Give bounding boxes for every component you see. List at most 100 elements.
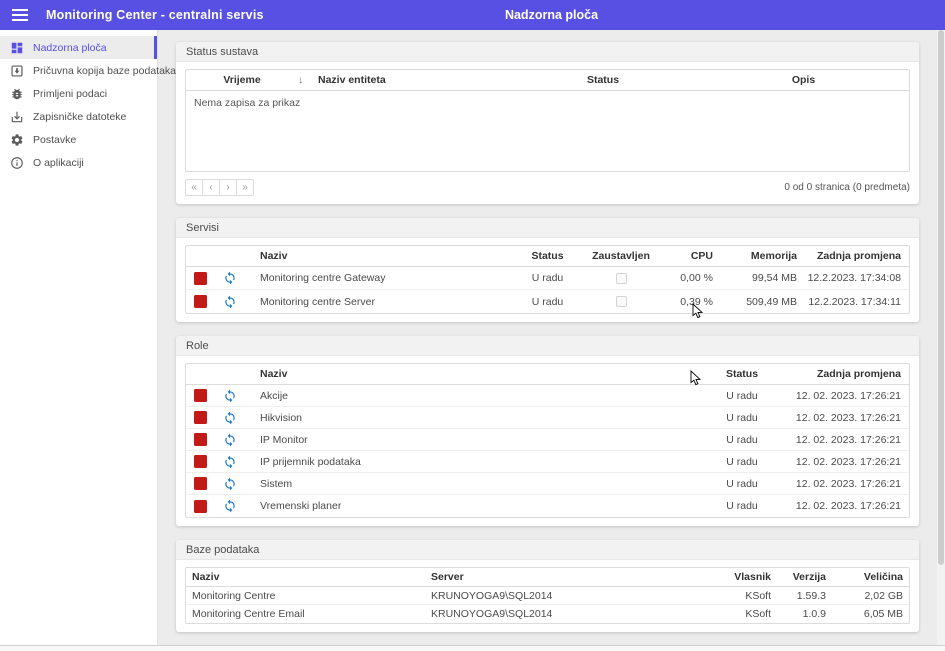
sidebar-item-label: O aplikaciji bbox=[33, 157, 84, 169]
role-restart-icon[interactable] bbox=[223, 499, 237, 513]
col-vrijeme[interactable]: Vrijeme bbox=[186, 74, 298, 86]
role-row: HikvisionU radu12. 02. 2023. 17:26:21 bbox=[186, 407, 909, 429]
sort-desc-icon[interactable]: ↓ bbox=[298, 74, 318, 86]
role-status: U radu bbox=[697, 478, 787, 490]
stopped-checkbox[interactable] bbox=[616, 296, 627, 307]
dashboard-icon bbox=[10, 41, 24, 55]
role-changed: 12. 02. 2023. 17:26:21 bbox=[787, 500, 909, 512]
sidebar-item-label: Primljeni podaci bbox=[33, 88, 107, 100]
role-name: Vremenski planer bbox=[246, 500, 697, 512]
first-page-button[interactable]: « bbox=[185, 179, 203, 196]
service-stop-button[interactable] bbox=[194, 272, 207, 285]
system-status-card: Status sustava Vrijeme ↓ Naziv entiteta … bbox=[176, 42, 919, 204]
service-row: Monitoring centre ServerU radu0,39 %509,… bbox=[186, 290, 909, 313]
services-table-header: Naziv Status Zaustavljen CPU Memorija Za… bbox=[186, 246, 909, 267]
database-version: 1.0.9 bbox=[771, 608, 826, 620]
last-page-button[interactable]: » bbox=[236, 179, 254, 196]
menu-hamburger-icon[interactable] bbox=[12, 6, 38, 24]
col-naziv: Naziv bbox=[246, 368, 697, 380]
service-memory: 99,54 MB bbox=[725, 272, 805, 284]
col-naziv-entiteta[interactable]: Naziv entiteta bbox=[318, 74, 508, 86]
sidebar: Nadzorna ploča Pričuvna kopija baze podat… bbox=[0, 30, 158, 645]
databases-card: Baze podataka Naziv Server Vlasnik Verzi… bbox=[176, 540, 919, 632]
role-stop-button[interactable] bbox=[194, 389, 207, 402]
role-changed: 12. 02. 2023. 17:26:21 bbox=[787, 478, 909, 490]
database-server: KRUNOYOGA9\SQL2014 bbox=[431, 590, 621, 602]
role-restart-icon[interactable] bbox=[223, 389, 237, 403]
col-zadnja-promjena: Zadnja promjena bbox=[805, 250, 909, 262]
col-status: Status bbox=[510, 250, 585, 262]
col-naziv: Naziv bbox=[186, 571, 431, 583]
service-row: Monitoring centre GatewayU radu0,00 %99,… bbox=[186, 267, 909, 290]
status-table-header: Vrijeme ↓ Naziv entiteta Status Opis bbox=[186, 70, 909, 91]
role-restart-icon[interactable] bbox=[223, 455, 237, 469]
col-zadnja-promjena: Zadnja promjena bbox=[787, 368, 909, 380]
scrollbar-thumb[interactable] bbox=[938, 30, 944, 565]
service-restart-icon[interactable] bbox=[223, 271, 237, 285]
sidebar-item-3[interactable]: Zapisničke datoteke bbox=[0, 105, 157, 128]
col-zaustavljen: Zaustavljen bbox=[585, 250, 657, 262]
stopped-checkbox[interactable] bbox=[616, 273, 627, 284]
col-verzija: Verzija bbox=[771, 571, 826, 583]
role-name: Sistem bbox=[246, 478, 697, 490]
service-memory: 509,49 MB bbox=[725, 296, 805, 308]
role-name: IP Monitor bbox=[246, 434, 697, 446]
databases-table-header: Naziv Server Vlasnik Verzija Veličina bbox=[186, 568, 909, 587]
service-stop-button[interactable] bbox=[194, 295, 207, 308]
role-stop-button[interactable] bbox=[194, 455, 207, 468]
role-restart-icon[interactable] bbox=[223, 433, 237, 447]
sidebar-item-2[interactable]: Primljeni podaci bbox=[0, 82, 157, 105]
prev-page-button[interactable]: ‹ bbox=[202, 179, 220, 196]
database-server: KRUNOYOGA9\SQL2014 bbox=[431, 608, 621, 620]
role-name: Hikvision bbox=[246, 412, 697, 424]
service-changed: 12.2.2023. 17:34:08 bbox=[805, 272, 909, 284]
pagination: « ‹ › » 0 od 0 stranica (0 predmeta) bbox=[185, 178, 910, 196]
sidebar-item-1[interactable]: Pričuvna kopija baze podataka bbox=[0, 59, 157, 82]
sidebar-item-0[interactable]: Nadzorna ploča bbox=[0, 36, 157, 59]
database-name: Monitoring Centre Email bbox=[186, 608, 431, 620]
service-name: Monitoring centre Gateway bbox=[246, 272, 510, 284]
database-owner: KSoft bbox=[621, 608, 771, 620]
role-stop-button[interactable] bbox=[194, 477, 207, 490]
page-title: Nadzorna ploča bbox=[158, 8, 945, 22]
service-cpu: 0,39 % bbox=[657, 296, 725, 308]
role-row: IP MonitorU radu12. 02. 2023. 17:26:21 bbox=[186, 429, 909, 451]
database-name: Monitoring Centre bbox=[186, 590, 431, 602]
role-stop-button[interactable] bbox=[194, 500, 207, 513]
role-row: Vremenski planerU radu12. 02. 2023. 17:2… bbox=[186, 495, 909, 517]
role-stop-button[interactable] bbox=[194, 411, 207, 424]
role-restart-icon[interactable] bbox=[223, 477, 237, 491]
sidebar-item-label: Pričuvna kopija baze podataka bbox=[33, 65, 176, 77]
next-page-button[interactable]: › bbox=[219, 179, 237, 196]
card-title-status: Status sustava bbox=[176, 42, 919, 62]
col-naziv: Naziv bbox=[246, 250, 510, 262]
role-row: IP prijemnik podatakaU radu12. 02. 2023.… bbox=[186, 451, 909, 473]
database-version: 1.59.3 bbox=[771, 590, 826, 602]
role-row: AkcijeU radu12. 02. 2023. 17:26:21 bbox=[186, 385, 909, 407]
role-changed: 12. 02. 2023. 17:26:21 bbox=[787, 412, 909, 424]
topbar: Monitoring Center - centralni servis Nad… bbox=[0, 0, 945, 30]
role-name: Akcije bbox=[246, 390, 697, 402]
role-status: U radu bbox=[697, 412, 787, 424]
service-name: Monitoring centre Server bbox=[246, 296, 510, 308]
role-restart-icon[interactable] bbox=[223, 411, 237, 425]
role-stop-button[interactable] bbox=[194, 433, 207, 446]
service-restart-icon[interactable] bbox=[223, 295, 237, 309]
service-status: U radu bbox=[510, 272, 585, 284]
about-icon bbox=[10, 156, 24, 170]
col-memorija: Memorija bbox=[725, 250, 805, 262]
card-title-services: Servisi bbox=[176, 218, 919, 238]
sidebar-item-label: Nadzorna ploča bbox=[33, 42, 107, 54]
role-status: U radu bbox=[697, 434, 787, 446]
sidebar-item-label: Zapisničke datoteke bbox=[33, 111, 126, 123]
sidebar-item-5[interactable]: O aplikaciji bbox=[0, 151, 157, 174]
col-status[interactable]: Status bbox=[508, 74, 698, 86]
role-row: SistemU radu12. 02. 2023. 17:26:21 bbox=[186, 473, 909, 495]
database-size: 2,02 GB bbox=[826, 590, 909, 602]
empty-table-message: Nema zapisa za prikaz bbox=[186, 91, 909, 171]
sidebar-item-4[interactable]: Postavke bbox=[0, 128, 157, 151]
vertical-scrollbar[interactable] bbox=[937, 30, 945, 645]
col-opis[interactable]: Opis bbox=[698, 74, 909, 86]
col-status: Status bbox=[697, 368, 787, 380]
database-size: 6,05 MB bbox=[826, 608, 909, 620]
